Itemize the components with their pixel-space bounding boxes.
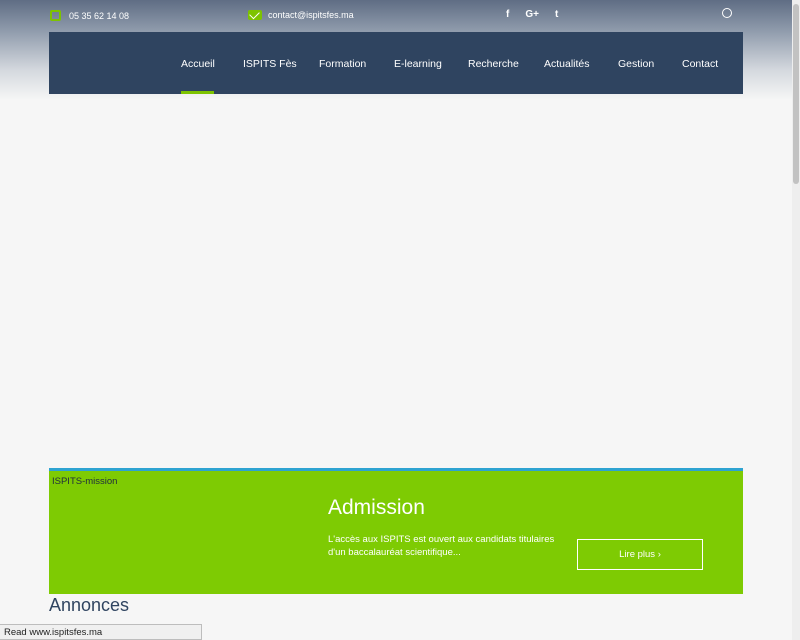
nav-item-gestion[interactable]: Gestion — [618, 58, 654, 70]
nav-item-recherche[interactable]: Recherche — [468, 58, 519, 70]
nav-item-formation[interactable]: Formation — [319, 58, 366, 70]
admission-title: Admission — [328, 496, 425, 519]
nav-item-accueil[interactable]: Accueil — [181, 58, 215, 70]
facebook-icon[interactable]: f — [506, 9, 509, 20]
main-navigation: Accueil ISPITS Fès Formation E-learning … — [49, 32, 743, 94]
nav-item-actualites[interactable]: Actualités — [544, 58, 590, 70]
scrollbar-thumb[interactable] — [793, 4, 799, 184]
email-contact[interactable]: contact@ispitsfes.ma — [248, 10, 354, 20]
nav-item-ispits-fes[interactable]: ISPITS Fès — [243, 58, 297, 70]
browser-status-bar: Read www.ispitsfes.ma — [0, 624, 202, 640]
top-bar: 05 35 62 14 08 contact@ispitsfes.ma f G+… — [0, 0, 792, 32]
twitter-icon[interactable]: t — [555, 9, 558, 20]
mission-label: ISPITS-mission — [52, 476, 118, 487]
section-title-annonces: Annonces — [49, 595, 130, 615]
social-links: f G+ t — [506, 9, 558, 20]
phone-contact[interactable]: 05 35 62 14 08 — [50, 10, 129, 21]
mail-icon — [248, 10, 262, 20]
admission-text: L'accès aux ISPITS est ouvert aux candid… — [328, 534, 555, 558]
read-more-button[interactable]: Lire plus › — [577, 539, 703, 570]
active-nav-indicator — [181, 91, 214, 94]
phone-icon — [50, 10, 61, 21]
phone-number: 05 35 62 14 08 — [69, 10, 130, 21]
google-plus-icon[interactable]: G+ — [525, 9, 539, 20]
nav-item-contact[interactable]: Contact — [682, 58, 718, 70]
nav-item-e-learning[interactable]: E-learning — [394, 58, 442, 70]
admission-panel — [49, 471, 743, 594]
email-address: contact@ispitsfes.ma — [268, 10, 354, 20]
search-icon[interactable] — [722, 8, 732, 20]
